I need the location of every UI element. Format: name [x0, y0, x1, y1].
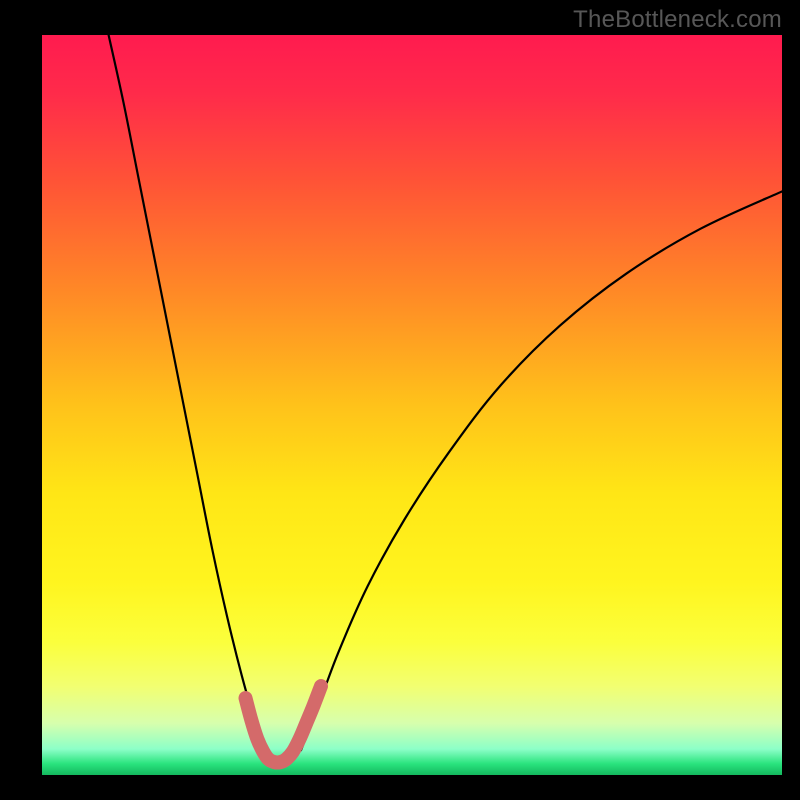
curve-layer [42, 35, 782, 780]
series-bottleneck-curve-right [301, 191, 782, 750]
watermark-text: TheBottleneck.com [573, 6, 782, 34]
plot-area [42, 35, 782, 780]
series-bottleneck-curve-left [109, 35, 264, 750]
series-optimal-zone-marker [246, 686, 321, 762]
chart-frame: TheBottleneck.com [0, 0, 800, 800]
